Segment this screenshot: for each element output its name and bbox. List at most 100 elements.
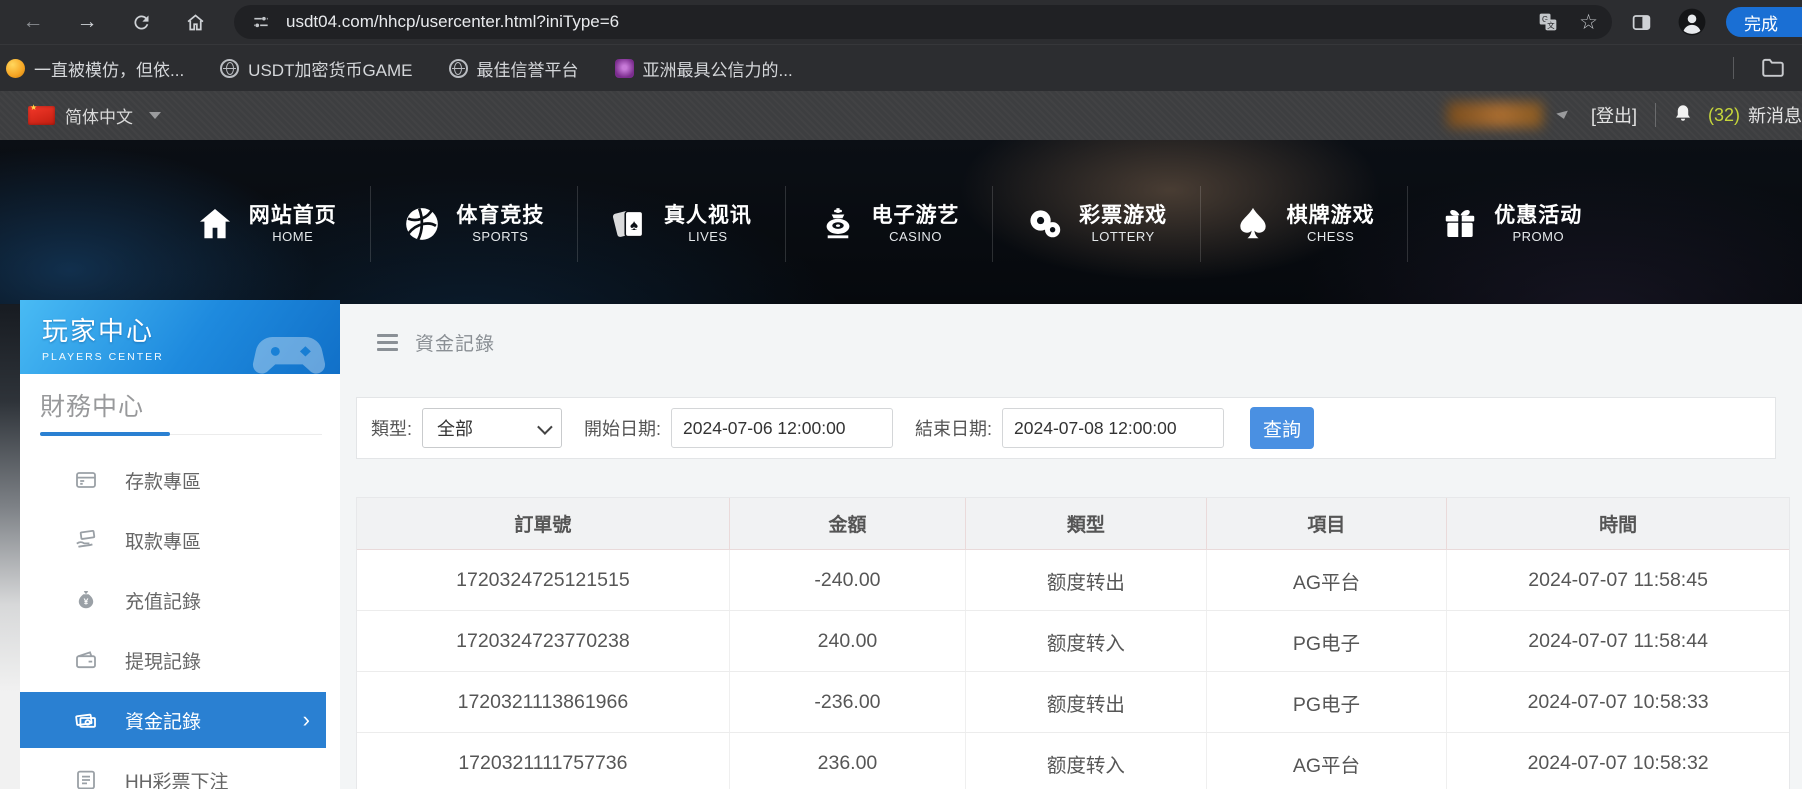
nav-label-en: LOTTERY — [1091, 229, 1155, 244]
withdraw-icon — [74, 528, 98, 552]
table-header-cell: 類型 — [965, 498, 1207, 550]
nav-item-promo[interactable]: 优惠活动 PROMO — [1407, 186, 1615, 262]
sidebar-item[interactable]: ¥充值記錄› — [20, 570, 340, 630]
home-browser-icon[interactable] — [180, 7, 210, 37]
back-icon[interactable]: ← — [18, 7, 48, 37]
side-panel-icon[interactable] — [1626, 7, 1656, 37]
screen: ← → usdt04.com/hhcp/usercenter.html?iniT… — [0, 0, 1802, 789]
nav-label-zh: 棋牌游戏 — [1286, 203, 1375, 227]
select-caret-icon — [537, 418, 553, 435]
sidebar-menu: 存款專區›取款專區› ¥ 充值記錄 › 提現記錄›資金記錄 ›HH彩票下注› — [20, 450, 340, 789]
bookmarks-list: 一直被模仿，但依... USDT加密货币GAME 最佳信誉平台 亚洲最具公信力的... — [6, 56, 829, 81]
message-count[interactable]: (32) — [1708, 105, 1740, 126]
svg-text:¥: ¥ — [84, 597, 89, 607]
funds-icon — [74, 708, 98, 732]
sidebar-item[interactable]: 取款專區› — [20, 510, 340, 570]
bell-icon[interactable] — [1672, 103, 1694, 127]
spade-icon — [1234, 205, 1272, 243]
forward-icon[interactable]: → — [72, 7, 102, 37]
nav-label-zh: 电子游艺 — [871, 203, 960, 227]
sidebar-item-label: 提現記錄 — [125, 651, 202, 673]
breadcrumb-title: 資金記錄 — [415, 334, 496, 355]
language-label[interactable]: 简体中文 — [65, 103, 133, 128]
refresh-icon[interactable] — [126, 7, 156, 37]
bookmark-item[interactable]: 亚洲最具公信力的... — [614, 56, 793, 81]
lottery-balls-icon — [1026, 205, 1064, 243]
nav-label-en: CASINO — [889, 229, 942, 244]
recharge-icon: ¥ — [74, 588, 98, 612]
message-label[interactable]: 新消息 — [1748, 102, 1802, 128]
translate-icon[interactable]: G文 — [1535, 9, 1561, 35]
nav-label-en: LIVES — [688, 229, 728, 244]
nav-item-home[interactable]: 网站首页 HOME — [163, 186, 370, 262]
finance-center-title: 財務中心 — [40, 393, 145, 421]
bookmarks-folder-icon[interactable] — [1760, 55, 1786, 81]
end-date-input[interactable]: 2024-07-08 12:00:00 — [1002, 408, 1225, 448]
nav-item-chess[interactable]: 棋牌游戏 CHESS — [1199, 186, 1408, 262]
purple-favicon — [614, 58, 634, 78]
nav-label-zh: 体育竞技 — [456, 203, 545, 227]
cashout-icon — [74, 648, 98, 672]
nav-label-zh: 网站首页 — [248, 203, 337, 227]
table-row: 1720321111757736 236.00 额度转入 AG平台 2024-07-07… — [357, 732, 1789, 789]
language-caret-icon[interactable] — [149, 111, 161, 119]
lottery-bet-icon — [74, 768, 98, 789]
nav-item-sports[interactable]: 体育竞技 SPORTS — [369, 186, 578, 262]
sidebar-item[interactable]: 提現記錄› — [20, 630, 340, 690]
nav-item-lives[interactable]: ♠ 真人视讯 LIVES — [577, 186, 785, 262]
type-select[interactable]: 全部 — [422, 408, 563, 448]
table-cell: 1720324723770238 — [357, 610, 730, 672]
sidebar-item[interactable]: HH彩票下注› — [20, 750, 340, 789]
table-cell: -236.00 — [729, 671, 967, 733]
search-button[interactable]: 查詢 — [1250, 407, 1315, 449]
players-center-title: 玩家中心 — [42, 316, 155, 346]
nav-items: 网站首页 HOME 体育竞技 SPORTS ♠ 真人视讯 LIVES 电子游艺 CASINO 彩票… — [163, 186, 1615, 262]
user-menu-caret-icon[interactable] — [1556, 110, 1570, 120]
browser-toolbar: ← → usdt04.com/hhcp/usercenter.html?iniT… — [0, 0, 1802, 44]
type-select-value: 全部 — [437, 419, 474, 439]
sidebar-item-label: 取款專區 — [125, 531, 202, 553]
menu-hamburger-icon[interactable] — [377, 334, 398, 351]
page-left-strip — [0, 304, 20, 789]
table-cell: 额度转出 — [965, 671, 1207, 733]
topbar-divider — [1654, 103, 1656, 127]
sidebar-item[interactable]: 資金記錄 › — [20, 692, 326, 748]
table-cell: 2024-07-07 10:58:33 — [1446, 671, 1789, 733]
nav-item-lottery[interactable]: 彩票游戏 LOTTERY — [992, 186, 1200, 262]
table-cell: 1720324725121515 — [357, 549, 730, 611]
done-button[interactable]: 完成 — [1726, 7, 1802, 37]
nav-item-casino[interactable]: 电子游艺 CASINO — [784, 186, 993, 262]
sidebar-item-label: 充值記錄 — [125, 591, 202, 613]
url-text[interactable]: usdt04.com/hhcp/usercenter.html?iniType=… — [286, 12, 1535, 32]
deposit-icon — [74, 468, 98, 492]
logout-link[interactable]: [登出] — [1591, 102, 1637, 128]
main-nav-bar: 网站首页 HOME 体育竞技 SPORTS ♠ 真人视讯 LIVES 电子游艺 CASINO 彩票… — [0, 140, 1802, 304]
bookmark-star-icon[interactable]: ☆ — [1579, 10, 1598, 35]
table-cell: AG平台 — [1206, 549, 1448, 611]
site-settings-icon[interactable] — [248, 9, 274, 35]
table-cell: 额度转入 — [965, 610, 1207, 672]
start-date-input[interactable]: 2024-07-06 12:00:00 — [671, 408, 894, 448]
table-cell: 240.00 — [729, 610, 967, 672]
bookmark-item[interactable]: 一直被模仿，但依... — [6, 56, 184, 81]
table-cell: -240.00 — [729, 549, 967, 611]
breadcrumb: 資金記錄 — [377, 329, 495, 356]
globe-favicon — [448, 58, 468, 78]
type-filter-label: 類型: — [371, 419, 413, 439]
nav-label-zh: 优惠活动 — [1494, 203, 1583, 227]
nav-label-en: PROMO — [1512, 229, 1565, 244]
sidebar-item[interactable]: 存款專區› — [20, 450, 340, 510]
nav-label-en: CHESS — [1307, 229, 1355, 244]
url-bar[interactable]: usdt04.com/hhcp/usercenter.html?iniType=… — [234, 5, 1612, 39]
profile-avatar-icon[interactable] — [1678, 8, 1706, 36]
bookmarks-bar: 一直被模仿，但依... USDT加密货币GAME 最佳信誉平台 亚洲最具公信力的... — [0, 44, 1802, 91]
username-blurred[interactable] — [1446, 102, 1543, 128]
records-table: 訂單號 金額 類型 項目 時間 1720324725121515 -240.00 额度转出 A… — [357, 498, 1789, 789]
bookmark-item[interactable]: 最佳信誉平台 — [448, 56, 579, 81]
table-cell: PG电子 — [1206, 671, 1448, 733]
bookmark-label: 亚洲最具公信力的... — [642, 60, 793, 80]
bookmark-item[interactable]: USDT加密货币GAME — [220, 56, 413, 81]
start-date-label: 開始日期: — [584, 419, 662, 439]
table-header-cell: 時間 — [1446, 498, 1789, 550]
table-cell: 1720321111757736 — [357, 732, 730, 789]
